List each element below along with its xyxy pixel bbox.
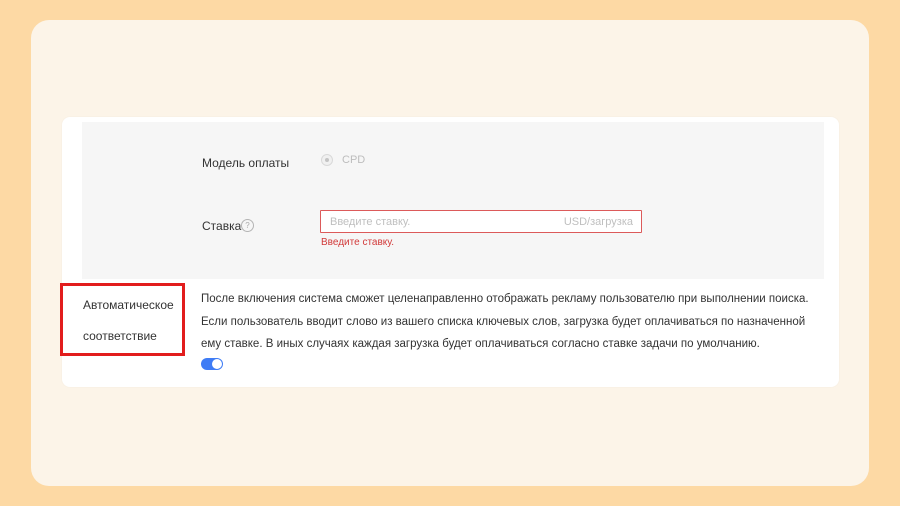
bid-input[interactable]: Введите ставку. USD/загрузка [320,210,642,233]
auto-match-description-line2: Если пользователь вводит слово из вашего… [201,316,806,328]
bid-error-message: Введите ставку. [321,237,395,248]
bid-input-placeholder: Введите ставку. [330,216,411,228]
auto-match-description-line1: После включения система сможет целенапра… [201,293,809,305]
bid-settings-section [82,122,824,279]
auto-match-label-line2: соответствие [83,329,157,343]
cpd-radio-label[interactable]: CPD [342,154,365,166]
auto-match-description-line3: ему ставке. В иных случаях каждая загруз… [201,338,760,350]
auto-match-label-line1: Автоматическое [83,298,174,312]
highlight-box [60,283,185,356]
bid-unit-suffix: USD/загрузка [563,216,633,228]
help-icon[interactable]: ? [241,219,254,232]
payment-model-label: Модель оплаты [202,156,290,170]
cpd-radio[interactable] [321,154,333,166]
toggle-knob [212,359,222,369]
auto-match-toggle[interactable] [201,358,223,370]
bid-label: Ставка [202,219,242,233]
